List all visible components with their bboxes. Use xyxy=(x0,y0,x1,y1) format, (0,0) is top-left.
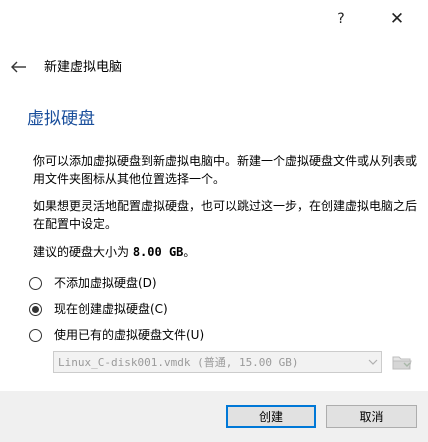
existing-disk-select[interactable]: Linux_C-disk001.vmdk (普通, 15.00 GB) xyxy=(53,351,382,373)
radio-no-disk[interactable] xyxy=(29,276,42,290)
option-no-disk-label: 不添加虚拟硬盘(D) xyxy=(54,276,157,290)
page-title: 虚拟硬盘 xyxy=(27,109,95,129)
cancel-button[interactable]: 取消 xyxy=(326,405,417,428)
recommended-size-value: 8.00 GB xyxy=(132,245,184,259)
button-bar: 创建 取消 xyxy=(0,391,428,442)
new-vm-wizard: ? ✕ 新建虚拟电脑 虚拟硬盘 你可以添加虚拟硬盘到新虚拟电脑中。新建一个虚拟硬… xyxy=(0,0,428,442)
existing-disk-value: Linux_C-disk001.vmdk (普通, 15.00 GB) xyxy=(58,356,299,369)
radio-create-disk[interactable] xyxy=(29,302,42,316)
description-paragraph: 你可以添加虚拟硬盘到新虚拟电脑中。新建一个虚拟硬盘文件或从列表或用文件夹图标从其… xyxy=(33,154,418,186)
folder-icon xyxy=(392,356,412,370)
close-icon: ✕ xyxy=(389,9,405,29)
hint-paragraph: 如果想更灵活地配置虚拟硬盘，也可以跳过这一步，在创建虚拟电脑之后在配置中设定。 xyxy=(33,199,418,231)
recommended-size-suffix: 。 xyxy=(183,245,196,259)
chevron-down-icon xyxy=(365,352,381,372)
close-button[interactable]: ✕ xyxy=(384,6,410,32)
title-bar: ? ✕ xyxy=(0,0,428,38)
option-no-disk[interactable]: 不添加虚拟硬盘(D) xyxy=(29,273,157,293)
choose-disk-file-button[interactable] xyxy=(390,352,414,372)
option-use-existing-disk-label: 使用已有的虚拟硬盘文件(U) xyxy=(54,328,205,342)
option-create-disk[interactable]: 现在创建虚拟硬盘(C) xyxy=(29,299,168,319)
recommended-size-prefix: 建议的硬盘大小为 xyxy=(33,245,133,259)
radio-use-existing-disk[interactable] xyxy=(29,328,42,342)
back-button[interactable] xyxy=(8,56,30,78)
help-button[interactable]: ? xyxy=(328,6,354,32)
arrow-left-icon xyxy=(11,61,26,73)
create-button[interactable]: 创建 xyxy=(226,405,316,428)
help-icon: ? xyxy=(337,11,345,27)
wizard-header: 新建虚拟电脑 xyxy=(0,54,428,82)
recommended-size-text: 建议的硬盘大小为 8.00 GB。 xyxy=(33,243,195,261)
option-use-existing-disk[interactable]: 使用已有的虚拟硬盘文件(U) xyxy=(29,325,204,345)
option-create-disk-label: 现在创建虚拟硬盘(C) xyxy=(54,302,168,316)
wizard-title: 新建虚拟电脑 xyxy=(44,60,123,75)
